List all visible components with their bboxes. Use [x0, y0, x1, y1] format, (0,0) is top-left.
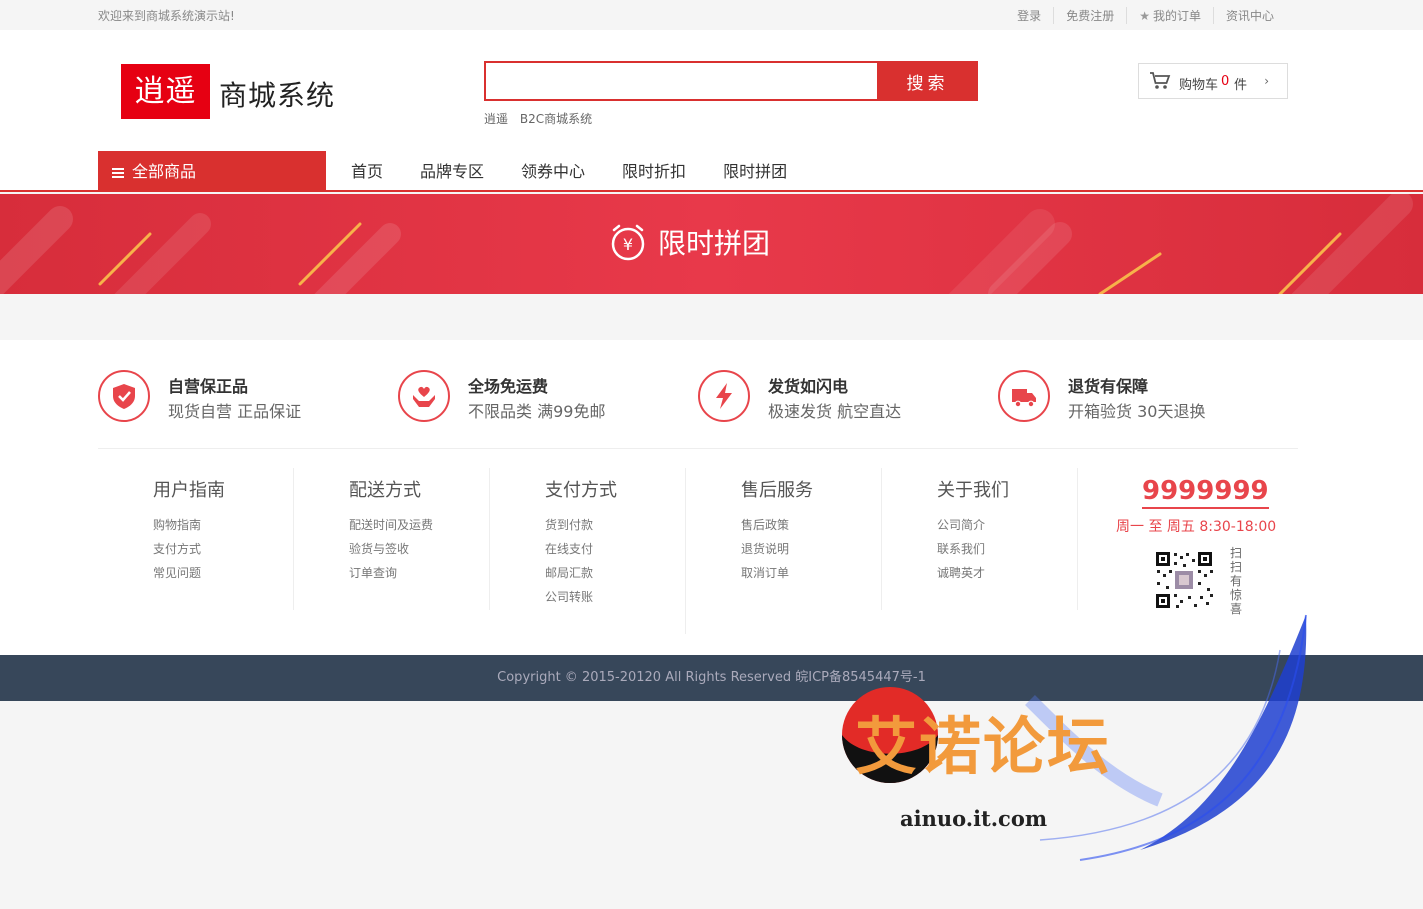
- service-desc: 开箱验货 30天退换: [1068, 402, 1206, 421]
- hands-heart-icon: [398, 370, 450, 422]
- cart-icon: [1150, 72, 1171, 89]
- promo-banner: ¥ 限时拼团: [0, 194, 1423, 294]
- footer-link[interactable]: 诚聘英才: [937, 564, 1077, 588]
- service-desc: 现货自营 正品保证: [168, 402, 302, 421]
- watermark-url: ainuo.it.com: [900, 806, 1048, 831]
- qr-code-image: [1154, 550, 1214, 610]
- footer-link[interactable]: 支付方式: [153, 540, 293, 564]
- shield-check-icon: [98, 370, 150, 422]
- cart-unit: 件: [1234, 78, 1248, 93]
- footer-link[interactable]: 售后政策: [741, 516, 881, 540]
- footer-link[interactable]: 联系我们: [937, 540, 1077, 564]
- service-desc: 不限品类 满99免邮: [468, 402, 606, 421]
- top-bar: 欢迎来到商城系统演示站! 登录 免费注册 ★ 我的订单 资讯中心: [0, 0, 1423, 30]
- service-desc: 极速发货 航空直达: [768, 402, 902, 421]
- footer: 自营保正品 现货自营 正品保证 全场免运费 不限品类 满99免邮 发货如闪电 极…: [0, 340, 1423, 655]
- footer-link[interactable]: 公司简介: [937, 516, 1077, 540]
- footer-column: 关于我们 公司简介 联系我们 诚聘英才: [882, 468, 1078, 610]
- top-links: 登录 免费注册 ★ 我的订单 资讯中心: [1005, 7, 1286, 24]
- footer-column: 用户指南 购物指南 支付方式 常见问题: [98, 468, 294, 610]
- nav-item-discount[interactable]: 限时折扣: [622, 151, 686, 192]
- footer-link[interactable]: 货到付款: [545, 516, 685, 540]
- register-link[interactable]: 免费注册: [1053, 7, 1126, 24]
- all-categories-label: 全部商品: [132, 162, 197, 181]
- footer-link[interactable]: 购物指南: [153, 516, 293, 540]
- all-categories-button[interactable]: 全部商品: [98, 151, 326, 192]
- service-title: 全场免运费: [468, 377, 549, 396]
- footer-column-title: 配送方式: [349, 480, 421, 501]
- banner-title-text: 限时拼团: [658, 227, 771, 260]
- star-icon: ★: [1139, 9, 1150, 23]
- service-item: 退货有保障 开箱验货 30天退换: [998, 370, 1278, 426]
- service-title: 自营保正品: [168, 377, 249, 396]
- hotline-phone: 9999999: [1142, 476, 1269, 509]
- cart-button[interactable]: 购物车 0 件 ›: [1138, 63, 1288, 99]
- footer-link[interactable]: 常见问题: [153, 564, 293, 588]
- footer-column: 配送方式 配送时间及运费 验货与签收 订单查询: [294, 468, 490, 610]
- header: 逍遥 商城系统 搜索 逍遥 B2C商城系统 购物车 0 件 › 全部商品 首页 …: [0, 30, 1423, 192]
- hot-words: 逍遥 B2C商城系统: [484, 110, 600, 127]
- welcome-text: 欢迎来到商城系统演示站!: [98, 9, 235, 23]
- main-nav: 全部商品 首页 品牌专区 领券中心 限时折扣 限时拼团: [0, 151, 1423, 192]
- search-input[interactable]: [484, 61, 877, 101]
- nav-item-home[interactable]: 首页: [351, 151, 383, 192]
- nav-item-group-buy[interactable]: 限时拼团: [723, 151, 787, 192]
- nav-item-coupons[interactable]: 领券中心: [521, 151, 585, 192]
- footer-link[interactable]: 取消订单: [741, 564, 881, 588]
- footer-link[interactable]: 邮局汇款: [545, 564, 685, 588]
- news-center-link[interactable]: 资讯中心: [1212, 7, 1286, 24]
- service-title: 发货如闪电: [768, 377, 849, 396]
- hot-word[interactable]: B2C商城系统: [520, 112, 592, 126]
- footer-link[interactable]: 订单查询: [349, 564, 489, 588]
- hot-word[interactable]: 逍遥: [484, 112, 508, 126]
- menu-icon: [112, 166, 124, 180]
- login-link[interactable]: 登录: [1005, 7, 1053, 24]
- watermark-text: 艾诺论坛: [855, 710, 1112, 783]
- footer-link[interactable]: 退货说明: [741, 540, 881, 564]
- truck-icon: [998, 370, 1050, 422]
- service-hours: 周一 至 周五 8:30-18:00: [1116, 519, 1277, 535]
- footer-link[interactable]: 配送时间及运费: [349, 516, 489, 540]
- footer-link[interactable]: 在线支付: [545, 540, 685, 564]
- alarm-clock-icon: ¥: [611, 224, 645, 261]
- nav-items: 首页 品牌专区 领券中心 限时折扣 限时拼团: [351, 151, 824, 192]
- cart-label: 购物车: [1179, 78, 1219, 93]
- my-orders-link[interactable]: ★ 我的订单: [1126, 7, 1213, 24]
- content-gap: [0, 294, 1423, 340]
- qr-caption: 扫扫有惊喜: [1230, 546, 1243, 616]
- search-button[interactable]: 搜索: [877, 61, 978, 101]
- divider: [98, 448, 1298, 449]
- footer-column: 支付方式 货到付款 在线支付 邮局汇款 公司转账: [490, 468, 686, 634]
- footer-column: 售后服务 售后政策 退货说明 取消订单: [686, 468, 882, 610]
- service-item: 全场免运费 不限品类 满99免邮: [398, 370, 678, 426]
- service-item: 自营保正品 现货自营 正品保证: [98, 370, 378, 426]
- footer-column-title: 售后服务: [741, 480, 813, 501]
- svg-text:¥: ¥: [623, 235, 633, 254]
- cart-count: 0: [1221, 74, 1230, 89]
- nav-item-brands[interactable]: 品牌专区: [420, 151, 484, 192]
- footer-column-title: 关于我们: [937, 480, 1009, 501]
- logo-mark[interactable]: 逍遥: [121, 64, 210, 119]
- service-item: 发货如闪电 极速发货 航空直达: [698, 370, 978, 426]
- lightning-icon: [698, 370, 750, 422]
- chevron-right-icon: ›: [1264, 74, 1269, 88]
- footer-link[interactable]: 验货与签收: [349, 540, 489, 564]
- logo-text[interactable]: 商城系统: [219, 74, 335, 114]
- footer-link[interactable]: 公司转账: [545, 588, 685, 612]
- service-title: 退货有保障: [1068, 377, 1149, 396]
- footer-column-title: 用户指南: [153, 480, 225, 501]
- footer-column-title: 支付方式: [545, 480, 617, 501]
- banner-title: ¥ 限时拼团: [608, 222, 770, 262]
